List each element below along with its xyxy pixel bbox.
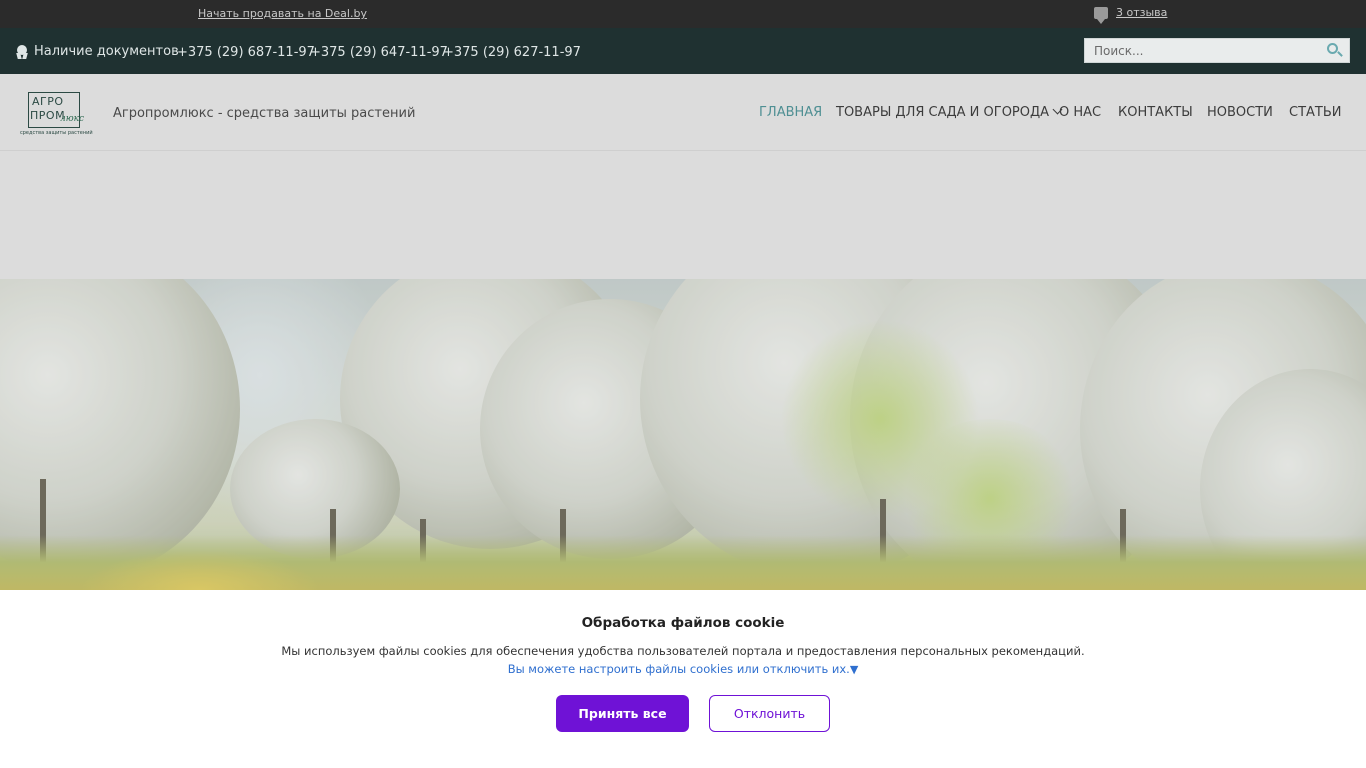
hero-orchard-image — [0, 279, 1366, 590]
phone-2[interactable]: +375 (29) 647-11-97 — [310, 45, 448, 60]
search-input[interactable] — [1085, 39, 1319, 62]
banner-spacer — [0, 152, 1366, 279]
site-logo[interactable]: АГРО ПРОМ люкс средства защиты растений — [20, 90, 93, 138]
search-box — [1084, 38, 1350, 63]
nav-garden-goods[interactable]: ТОВАРЫ ДЛЯ САДА И ОГОРОДА — [836, 104, 1063, 120]
reviews-link[interactable]: 3 отзыва — [1116, 6, 1167, 19]
site-title: Агропромлюкс - средства защиты растений — [113, 106, 416, 121]
speech-bubble-icon — [1094, 6, 1108, 24]
cookie-title: Обработка файлов cookie — [581, 615, 785, 631]
nav-news[interactable]: НОВОСТИ — [1207, 105, 1273, 120]
documents-label: Наличие документов — [34, 44, 179, 59]
nav-articles[interactable]: СТАТЬИ — [1289, 105, 1342, 120]
search-icon[interactable] — [1319, 39, 1349, 62]
accept-all-button[interactable]: Принять все — [556, 695, 689, 732]
documents-link[interactable]: Наличие документов — [15, 44, 179, 59]
phone-3[interactable]: +375 (29) 627-11-97 — [443, 45, 581, 60]
decline-button[interactable]: Отклонить — [709, 695, 830, 732]
medal-icon — [15, 44, 29, 59]
site-header: АГРО ПРОМ люкс средства защиты растений … — [0, 74, 1366, 151]
nav-contacts[interactable]: КОНТАКТЫ — [1118, 105, 1193, 120]
contact-bar: Наличие документов +375 (29) 687-11-97 +… — [0, 28, 1366, 74]
nav-about[interactable]: О НАС — [1059, 105, 1101, 120]
phone-1[interactable]: +375 (29) 687-11-97 — [177, 45, 315, 60]
cookie-banner: Обработка файлов cookie Мы используем фа… — [0, 590, 1366, 768]
start-selling-link[interactable]: Начать продавать на Deal.by — [198, 7, 367, 20]
nav-home[interactable]: ГЛАВНАЯ — [759, 105, 822, 120]
reviews-block: 3 отзыва — [1094, 6, 1167, 24]
triangle-down-icon: ▼ — [849, 663, 859, 676]
top-promo-bar: Начать продавать на Deal.by 3 отзыва — [0, 0, 1366, 28]
cookie-settings-link[interactable]: Вы можете настроить файлы cookies или от… — [0, 662, 1366, 676]
cookie-text: Мы используем файлы cookies для обеспече… — [281, 644, 1085, 658]
